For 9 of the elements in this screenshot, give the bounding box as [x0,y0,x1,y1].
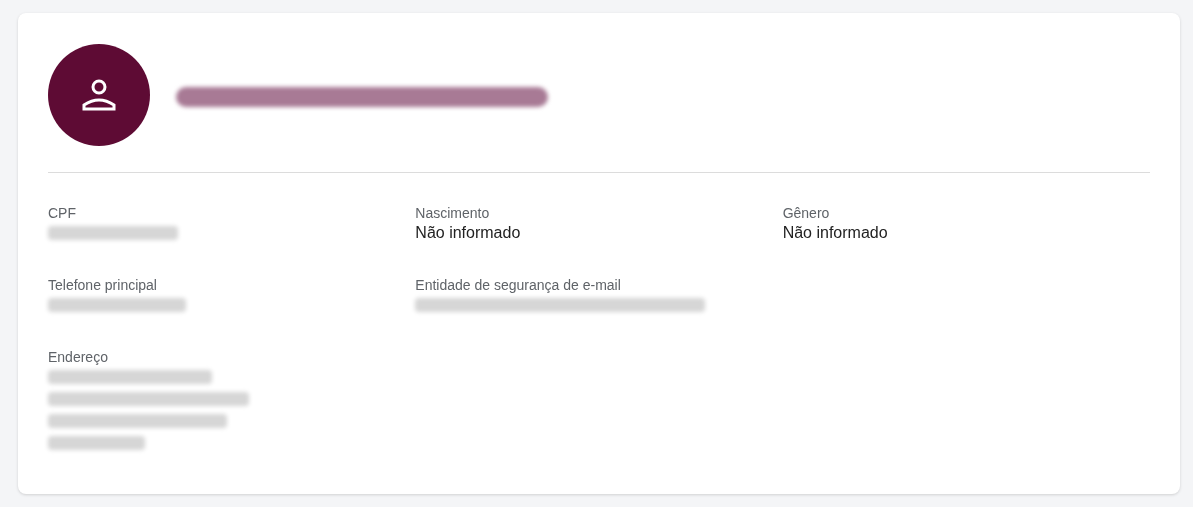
field-value: Não informado [415,223,521,243]
field-label: Gênero [782,204,830,222]
field-label: Endereço [48,348,108,366]
field-label: CPF [48,204,76,222]
field-value: Não informado [782,223,888,243]
field-label: Nascimento [415,204,490,222]
field-label: Entidade de segurança de e-mail [415,276,621,294]
person-icon [81,78,117,112]
field-label: Telefone principal [48,276,157,294]
